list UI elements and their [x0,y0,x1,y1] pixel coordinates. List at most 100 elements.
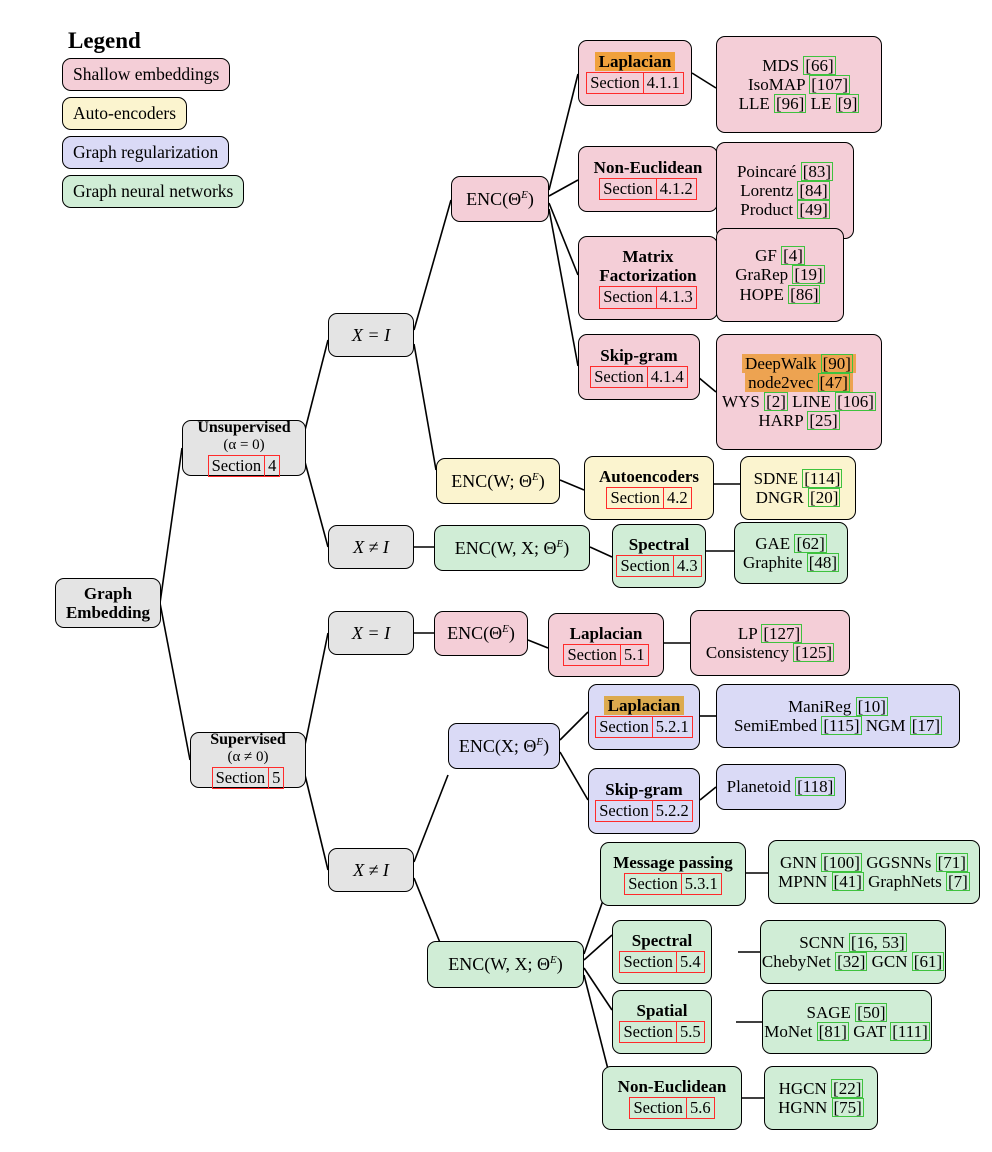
citation-link[interactable]: [107] [809,74,851,94]
citation-link[interactable]: [106] [835,392,876,411]
node-leaf-spectral-54[interactable]: SCNN [16, 53] ChebyNet [32] GCN [61] [760,920,946,984]
citation-link[interactable]: [86] [788,284,821,304]
citation-link[interactable]: [114] [802,468,843,488]
unsupervised-section-link[interactable]: Section 4 [207,454,281,477]
node-method-laplacian-521[interactable]: Laplacian Section 5.2.1 [588,684,700,750]
node-method-skip-gram-414[interactable]: Skip-gram Section 4.1.4 [578,334,700,400]
citation-link[interactable]: [10] [855,696,888,716]
node-encoder-x-theta[interactable]: ENC(X; ΘE) [448,723,560,769]
method-section-link[interactable]: Section 5.5 [619,1020,705,1044]
node-unsup-x-not-equals-i[interactable]: X ≠ I [328,525,414,569]
citation-link[interactable]: [100] [821,852,862,872]
node-leaf-non-euclidean-412[interactable]: Poincaré [83] Lorentz [84] Product [49] [716,142,854,239]
node-leaf-spectral-43[interactable]: GAE [62] Graphite [48] [734,522,848,584]
citation-link[interactable]: [49] [797,200,830,220]
node-leaf-laplacian-51[interactable]: LP [127] Consistency [125] [690,610,850,676]
citation-link[interactable]: [127] [761,623,803,643]
node-method-autoencoders-42[interactable]: Autoencoders Section 4.2 [584,456,714,520]
node-method-non-euclidean-412[interactable]: Non-Euclidean Section 4.1.2 [578,146,718,212]
citation-link[interactable]: [16, 53] [848,932,907,952]
encoder-superscript: E [502,623,509,636]
node-leaf-autoencoders-42[interactable]: SDNE [114] DNGR [20] [740,456,856,520]
leaf-line: GF [4] [755,246,805,266]
citation-link[interactable]: [17] [909,716,943,735]
node-leaf-laplacian-411[interactable]: MDS [66] IsoMAP [107] LLE [96] LE [9] [716,36,882,133]
node-leaf-spatial-55[interactable]: SAGE [50] MoNet [81] GAT [111] [762,990,932,1054]
node-leaf-message-passing-531[interactable]: GNN [100] GGSNNs [71] MPNN [41] GraphNets… [768,840,980,904]
node-encoder-w-x-theta-supervised[interactable]: ENC(W, X; ΘE) [427,941,584,988]
leaf-method-name: SAGE [806,1002,856,1022]
method-section-link[interactable]: Section 4.1.3 [599,286,697,309]
node-method-laplacian-411[interactable]: Laplacian Section 4.1.1 [578,40,692,106]
method-section-link[interactable]: Section 5.2.1 [595,715,693,739]
node-sup-x-not-equals-i[interactable]: X ≠ I [328,848,414,892]
citation-link[interactable]: [7] [946,872,970,891]
method-section-link[interactable]: Section 5.4 [619,950,705,974]
citation-link[interactable]: [19] [792,265,825,285]
method-section-link[interactable]: Section 4.2 [606,486,692,510]
method-section-link[interactable]: Section 4.1.2 [599,177,697,201]
node-leaf-non-euclidean-56[interactable]: HGCN [22] HGNN [75] [764,1066,878,1130]
node-leaf-skip-gram-522[interactable]: Planetoid [118] [716,764,846,810]
method-section-link[interactable]: Section 5.3.1 [624,872,722,896]
citation-link[interactable]: [48] [806,553,840,572]
citation-link[interactable]: [62] [794,533,827,553]
node-graph-embedding[interactable]: Graph Embedding [55,578,161,628]
method-section-link[interactable]: Section 5.2.2 [595,799,693,823]
node-encoder-theta-unsupervised[interactable]: ENC(ΘE) [451,176,549,222]
node-method-message-passing-531[interactable]: Message passing Section 5.3.1 [600,842,746,906]
node-supervised[interactable]: Supervised (α ≠ 0) Section 5 [190,731,306,789]
node-method-non-euclidean-56[interactable]: Non-Euclidean Section 5.6 [602,1066,742,1130]
citation-link[interactable]: [50] [855,1002,888,1022]
citation-link[interactable]: [71] [935,852,968,872]
citation-link[interactable]: [75] [831,1098,864,1117]
node-method-laplacian-51[interactable]: Laplacian Section 5.1 [548,613,664,677]
supervised-section-link[interactable]: Section 5 [211,766,285,789]
section-label: Section [586,71,644,95]
node-leaf-matrix-factorization-413[interactable]: GF [4] GraRep [19] HOPE [86] [716,228,844,322]
citation-link[interactable]: [32] [835,952,868,971]
citation-link[interactable]: [96] [773,94,807,114]
node-method-spectral-54[interactable]: Spectral Section 5.4 [612,920,712,984]
node-encoder-w-x-theta-unsupervised[interactable]: ENC(W, X; ΘE) [434,525,590,571]
node-unsup-x-equals-i[interactable]: X = I [328,313,414,357]
citation-link[interactable]: [20] [808,488,841,507]
leaf-line: Planetoid [118] [727,777,836,797]
citation-link[interactable]: [83] [800,161,834,181]
citation-link[interactable]: [61] [911,952,945,971]
citation-link[interactable]: [47] [817,372,850,392]
encoder-close: ) [527,188,534,209]
node-method-spatial-55[interactable]: Spatial Section 5.5 [612,990,712,1054]
node-method-matrix-factorization-413[interactable]: Matrix Factorization Section 4.1.3 [578,236,718,320]
citation-link[interactable]: [4] [781,246,805,266]
citation-link[interactable]: [2] [764,392,788,411]
citation-link[interactable]: [41] [831,872,864,891]
citation-link[interactable]: [81] [816,1022,849,1041]
citation-link[interactable]: [115] [821,716,862,735]
method-section-link[interactable]: Section 5.6 [629,1096,715,1120]
node-method-spectral-43[interactable]: Spectral Section 4.3 [612,524,706,588]
citation-link[interactable]: [66] [803,55,836,75]
leaf-line: GraRep [19] [735,265,825,285]
citation-link[interactable]: [90] [820,353,853,373]
citation-link[interactable]: [22] [831,1078,864,1098]
legend: Legend Shallow embeddings Auto-encoders … [62,28,245,214]
leaf-method-name: HGCN [778,1078,832,1098]
method-section-link[interactable]: Section 4.3 [616,554,702,578]
node-method-skip-gram-522[interactable]: Skip-gram Section 5.2.2 [588,768,700,834]
method-section-link[interactable]: Section 5.1 [563,643,649,667]
node-leaf-laplacian-521[interactable]: ManiReg [10] SemiEmbed [115] NGM [17] [716,684,960,748]
node-unsupervised[interactable]: Unsupervised (α = 0) Section 4 [182,419,306,477]
node-encoder-theta-supervised[interactable]: ENC(ΘE) [434,611,528,656]
node-encoder-w-theta[interactable]: ENC(W; ΘE) [436,458,560,504]
method-section-link[interactable]: Section 4.1.1 [586,71,684,95]
citation-link[interactable]: [84] [797,180,830,200]
citation-link[interactable]: [118] [795,777,836,797]
node-leaf-skip-gram-414[interactable]: DeepWalk [90] node2vec [47] WYS [2] LINE [… [716,334,882,450]
node-sup-x-equals-i[interactable]: X = I [328,611,414,655]
method-section-link[interactable]: Section 4.1.4 [590,365,688,389]
citation-link[interactable]: [25] [807,411,840,431]
citation-link[interactable]: [9] [835,94,860,114]
citation-link[interactable]: [111] [890,1022,930,1041]
citation-link[interactable]: [125] [793,643,835,662]
